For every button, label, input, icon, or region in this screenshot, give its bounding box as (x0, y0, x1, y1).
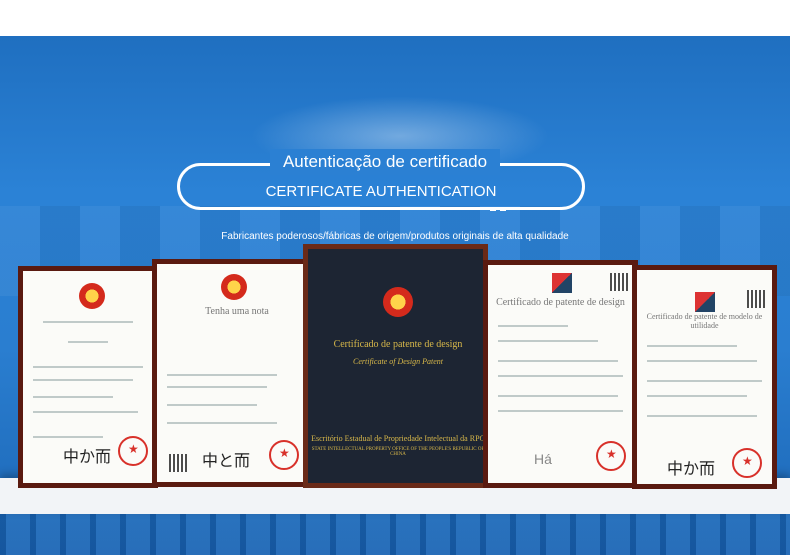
certificate-label: Certificado de patente de design (496, 297, 625, 308)
dash-decoration (500, 208, 506, 211)
title-english: CERTIFICATE AUTHENTICATION (265, 183, 497, 200)
patent-office-logo-icon (552, 273, 572, 293)
official-seal-icon (118, 436, 148, 466)
subtitle: Fabricantes poderosos/fábricas de origem… (221, 231, 569, 242)
signature: 中と而 (202, 451, 251, 470)
official-seal-icon (269, 440, 299, 470)
certificate-label: Certificado de patente de modelo de util… (646, 312, 763, 330)
stamp-text: Há (534, 451, 552, 467)
signature: 中か而 (63, 447, 112, 466)
dash-decoration (490, 208, 496, 211)
certificate-design-patent: Certificado de patente de design Há (483, 260, 638, 488)
patent-office-logo-icon (695, 292, 715, 312)
official-seal-icon (732, 448, 762, 478)
certificate-registration: Tenha uma nota 中と而 (152, 259, 308, 487)
certificate-utility-patent: Certificado de patente de modelo de util… (632, 265, 777, 489)
national-emblem-icon (221, 274, 247, 300)
certificate-label: Tenha uma nota (205, 306, 269, 317)
issuing-office-en: STATE INTELLECTUAL PROPERTY OFFICE OF TH… (311, 447, 483, 457)
qr-code-icon (747, 290, 765, 308)
official-seal-icon (596, 441, 626, 471)
national-emblem-icon (79, 283, 105, 309)
signature: 中か而 (667, 459, 716, 478)
issuing-office: Escritório Estadual de Propriedade Intel… (311, 434, 483, 443)
national-emblem-icon (383, 287, 413, 317)
qr-code-icon (610, 273, 628, 291)
certificate-title-en: Certificate of Design Patent (353, 357, 443, 366)
certificate-design-patent-cover: Certificado de patente de design Certifi… (303, 244, 488, 488)
certificate-trademark: 中か而 (18, 266, 158, 488)
title-portuguese: Autenticação de certificado (270, 149, 500, 175)
certificate-title: Certificado de patente de design (333, 339, 463, 350)
qr-code-icon (169, 454, 187, 472)
